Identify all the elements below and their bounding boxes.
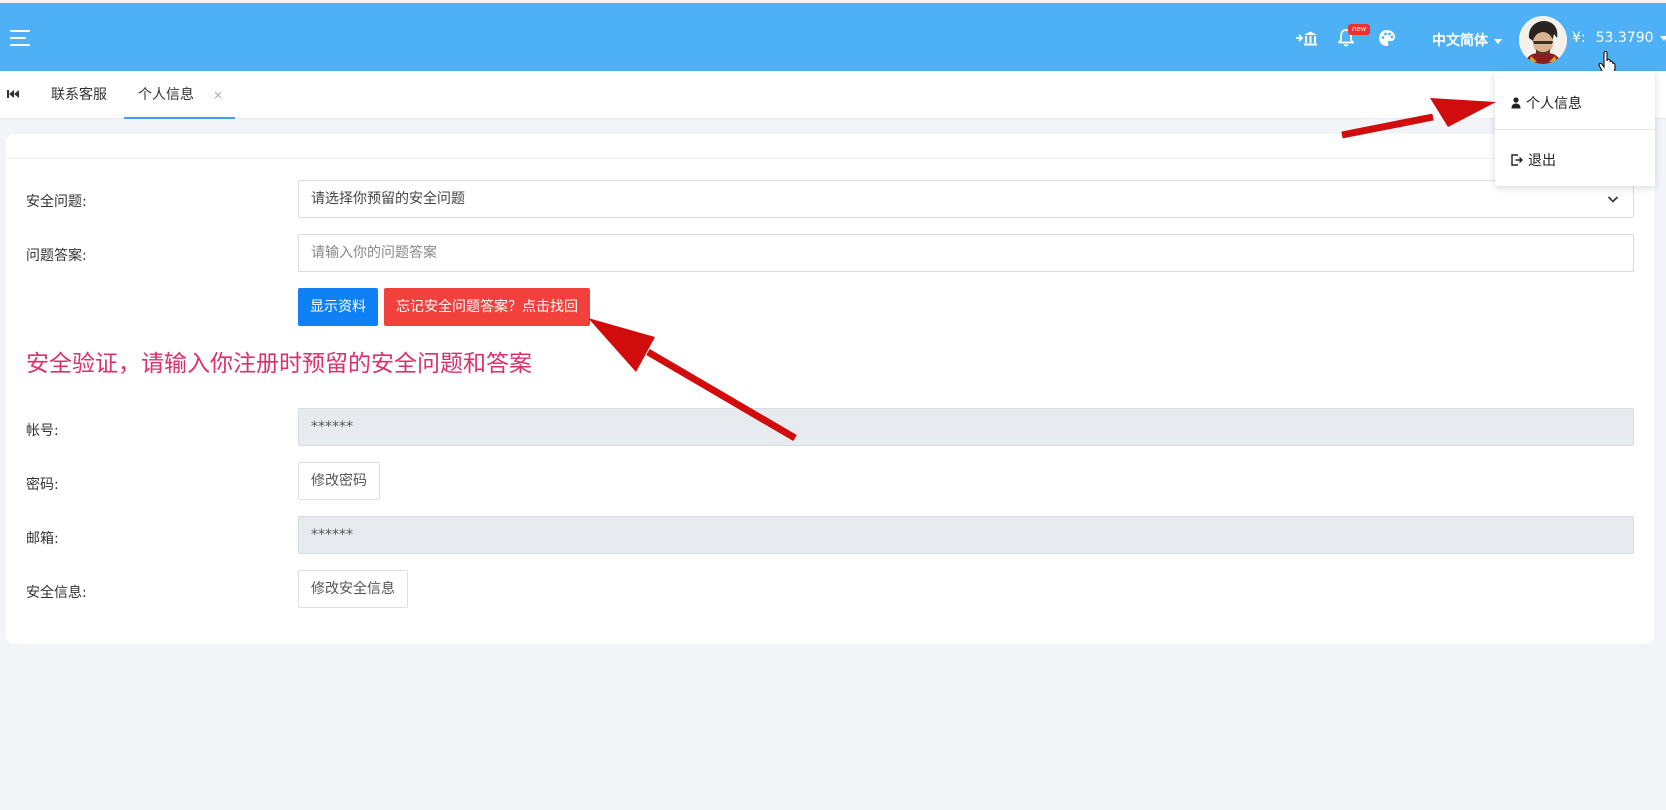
notification-badge: new bbox=[1348, 24, 1371, 35]
account-label: 帐号: bbox=[26, 423, 59, 439]
dropdown-item-label: 个人信息 bbox=[1526, 96, 1582, 112]
security-question-select[interactable]: 请选择你预留的安全问题 bbox=[298, 180, 1634, 218]
dropdown-item-logout[interactable]: 退出 bbox=[1511, 150, 1556, 170]
dropdown-item-label: 退出 bbox=[1528, 153, 1556, 169]
caret-down-icon bbox=[1659, 35, 1666, 41]
menu-toggle-icon[interactable] bbox=[10, 30, 30, 46]
change-password-button[interactable]: 修改密码 bbox=[298, 462, 380, 500]
palette-icon[interactable] bbox=[1377, 28, 1397, 48]
security-question-label: 安全问题: bbox=[26, 194, 87, 210]
language-selector[interactable]: 中文简体 bbox=[1432, 30, 1502, 50]
first-tab-icon[interactable] bbox=[6, 87, 20, 101]
logout-icon bbox=[1511, 154, 1523, 166]
change-security-info-button[interactable]: 修改安全信息 bbox=[298, 570, 408, 608]
password-label: 密码: bbox=[26, 477, 59, 493]
security-question-value: 请选择你预留的安全问题 bbox=[311, 191, 465, 207]
user-icon bbox=[1511, 97, 1521, 109]
chevron-down-icon bbox=[1607, 196, 1619, 203]
email-field: ****** bbox=[298, 516, 1634, 554]
email-label: 邮箱: bbox=[26, 531, 59, 547]
balance-display[interactable]: ¥: 53.3790 bbox=[1572, 30, 1666, 46]
dropdown-divider bbox=[1495, 129, 1655, 130]
answer-input[interactable] bbox=[298, 234, 1634, 272]
security-info-label: 安全信息: bbox=[26, 585, 87, 601]
card-divider bbox=[6, 158, 1654, 159]
answer-label: 问题答案: bbox=[26, 248, 87, 264]
currency-symbol: ¥: bbox=[1572, 30, 1586, 46]
account-field: ****** bbox=[298, 408, 1634, 446]
user-dropdown-menu: 个人信息 退出 bbox=[1495, 71, 1655, 186]
dropdown-item-profile[interactable]: 个人信息 bbox=[1511, 93, 1582, 113]
language-label: 中文简体 bbox=[1432, 33, 1488, 49]
tab-contact-service[interactable]: 联系客服 bbox=[51, 71, 107, 119]
avatar[interactable] bbox=[1519, 16, 1567, 64]
show-info-button[interactable]: 显示资料 bbox=[298, 288, 378, 326]
tab-close-icon[interactable]: × bbox=[213, 71, 223, 119]
bank-icon[interactable] bbox=[1296, 28, 1318, 48]
top-header: new 中文简体 ¥: 53.3790 bbox=[0, 3, 1666, 71]
security-notice: 安全验证，请输入你注册时预留的安全问题和答案 bbox=[26, 351, 532, 377]
balance-value: 53.3790 bbox=[1595, 30, 1654, 46]
caret-down-icon bbox=[1494, 38, 1502, 44]
forgot-answer-button[interactable]: 忘记安全问题答案？点击找回 bbox=[384, 288, 590, 326]
tab-bar: 联系客服 个人信息 × bbox=[0, 71, 1666, 119]
